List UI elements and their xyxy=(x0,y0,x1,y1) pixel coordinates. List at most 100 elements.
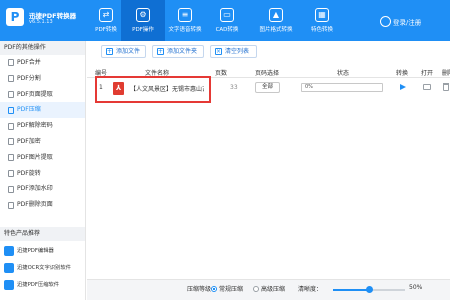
highlight-box xyxy=(95,76,211,103)
radio-label: 常规压缩 xyxy=(219,286,244,293)
sidebar-item-label: PDF旋转 xyxy=(17,169,41,177)
recommend-label: 迅捷PDF压缩软件 xyxy=(17,282,60,288)
ocr-icon xyxy=(4,263,14,273)
clarity-value: 50% xyxy=(409,284,423,291)
login-button[interactable]: 登录/注册 xyxy=(380,16,421,27)
text-speech-icon: ≡ xyxy=(178,8,192,22)
tab-label: CAD转换 xyxy=(215,27,239,33)
radio-checked-icon xyxy=(211,285,217,292)
page-range-select[interactable]: 全部 xyxy=(255,82,280,93)
recommend-label: 迅捷PDF编辑器 xyxy=(17,248,54,254)
add-folder-button[interactable]: + 添加文件夹 xyxy=(152,45,204,58)
sidebar-item-label: PDF页面提取 xyxy=(17,90,53,98)
radio-label: 高级压缩 xyxy=(261,286,286,293)
sidebar-item-delete-pages[interactable]: PDF删除页面 xyxy=(0,197,85,213)
cad-icon: ▭ xyxy=(220,8,234,22)
plus-icon: + xyxy=(157,48,164,55)
split-icon xyxy=(8,75,14,83)
sidebar-item-image-extract[interactable]: PDF图片提取 xyxy=(0,150,85,166)
sidebar-item-label: PDF添加水印 xyxy=(17,185,53,193)
lock-icon xyxy=(8,138,14,146)
sidebar-item-pdf-merge[interactable]: PDF合并 xyxy=(0,55,85,71)
row-pages: 33 xyxy=(230,84,238,91)
clarity-label: 清晰度： xyxy=(298,286,323,293)
sidebar-item-label: PDF合并 xyxy=(17,59,41,66)
trash-icon: × xyxy=(215,48,222,55)
radio-normal-compress[interactable]: 常规压缩 xyxy=(211,284,243,293)
sidebar-item-label: PDF图片提取 xyxy=(17,153,53,161)
tab-label: PDF操作 xyxy=(132,27,154,33)
pdf-convert-icon: ⇄ xyxy=(99,8,113,22)
login-label: 登录/注册 xyxy=(393,18,422,27)
sidebar-item-label: PDF压缩 xyxy=(17,106,41,114)
watermark-icon xyxy=(8,185,14,193)
clarity-slider[interactable] xyxy=(333,286,405,293)
play-icon[interactable] xyxy=(400,84,406,90)
tab-label: 图片格式转换 xyxy=(259,27,293,33)
recommend-item-ocr[interactable]: 迅捷OCR文字识别软件 xyxy=(4,261,71,275)
col-pages: 页数 xyxy=(215,70,228,77)
button-label: 添加文件夹 xyxy=(167,48,198,55)
tab-text-speech[interactable]: ≡ 文字语音转换 xyxy=(163,0,207,41)
progress-bar: 0% xyxy=(301,83,383,92)
col-convert: 转换 xyxy=(396,70,409,77)
col-open: 打开 xyxy=(421,70,434,77)
col-status: 状态 xyxy=(337,70,350,77)
recommend-header: 特色产品推荐 xyxy=(0,227,85,241)
sidebar-item-label: PDF解除密码 xyxy=(17,122,53,130)
slider-fill xyxy=(333,289,369,291)
merge-icon xyxy=(8,59,14,67)
sidebar-item-label: PDF加密 xyxy=(17,137,41,145)
tab-label: 文字语音转换 xyxy=(168,27,202,33)
sidebar-item-watermark[interactable]: PDF添加水印 xyxy=(0,181,85,197)
sidebar-item-remove-password[interactable]: PDF解除密码 xyxy=(0,118,85,134)
tab-label: 特色转换 xyxy=(310,27,333,33)
tab-cad-convert[interactable]: ▭ CAD转换 xyxy=(205,0,249,41)
sidebar-header: PDF的其他操作 xyxy=(0,41,85,55)
tab-pdf-operate[interactable]: ⚙ PDF操作 xyxy=(121,0,165,41)
progress-text: 0% xyxy=(305,84,313,90)
add-file-button[interactable]: + 添加文件 xyxy=(101,45,146,58)
clear-list-button[interactable]: × 清空列表 xyxy=(210,45,257,58)
sidebar: PDF的其他操作 PDF合并 PDF分割 PDF页面提取 PDF压缩 PDF解除… xyxy=(0,41,86,300)
delete-page-icon xyxy=(8,201,14,209)
sidebar-item-label: PDF分割 xyxy=(17,74,41,82)
tab-feature-convert[interactable]: ▦ 特色转换 xyxy=(300,0,344,41)
sidebar-item-pdf-split[interactable]: PDF分割 xyxy=(0,71,85,87)
col-delete: 删除 xyxy=(442,70,450,77)
sidebar-item-label: PDF删除页面 xyxy=(17,201,53,209)
top-bar: P 迅捷PDF转换器 v6.5.1.13 ⇄ PDF转换 ⚙ PDF操作 ≡ 文… xyxy=(0,0,450,41)
slider-knob[interactable] xyxy=(366,286,373,293)
rotate-icon xyxy=(8,169,14,177)
sidebar-item-rotate[interactable]: PDF旋转 xyxy=(0,166,85,182)
sidebar-item-pdf-compress[interactable]: PDF压缩 xyxy=(0,102,85,119)
button-label: 添加文件 xyxy=(116,48,141,55)
compress-icon xyxy=(8,106,14,114)
app-logo-icon: P xyxy=(6,8,24,26)
plus-icon: + xyxy=(106,48,113,55)
folder-icon[interactable] xyxy=(423,84,431,90)
user-icon xyxy=(380,16,391,27)
app-version: v6.5.1.13 xyxy=(29,19,53,25)
image-icon: ▲ xyxy=(269,8,283,22)
pdf-editor-icon xyxy=(4,246,14,256)
radio-high-compress[interactable]: 高级压缩 xyxy=(253,284,285,293)
col-range: 页码选择 xyxy=(255,70,280,77)
image-extract-icon xyxy=(8,154,14,162)
page-extract-icon xyxy=(8,91,14,98)
feature-icon: ▦ xyxy=(315,8,329,22)
sidebar-item-page-extract[interactable]: PDF页面提取 xyxy=(0,87,85,103)
pdf-operate-icon: ⚙ xyxy=(136,8,150,22)
recommend-label: 迅捷OCR文字识别软件 xyxy=(17,265,71,271)
compress-software-icon xyxy=(4,280,14,290)
recommend-item-pdf-editor[interactable]: 迅捷PDF编辑器 xyxy=(4,244,54,258)
trash-icon[interactable] xyxy=(443,83,449,91)
tab-image-convert[interactable]: ▲ 图片格式转换 xyxy=(254,0,298,41)
radio-unchecked-icon xyxy=(253,285,259,292)
button-label: 清空列表 xyxy=(225,48,250,55)
toolbar: + 添加文件 + 添加文件夹 × 清空列表 xyxy=(87,41,450,62)
unlock-icon xyxy=(8,122,14,130)
bottom-bar: 压缩等级： 常规压缩 高级压缩 清晰度： 50% xyxy=(87,279,450,300)
recommend-item-compress-software[interactable]: 迅捷PDF压缩软件 xyxy=(4,278,59,292)
sidebar-item-encrypt[interactable]: PDF加密 xyxy=(0,134,85,150)
